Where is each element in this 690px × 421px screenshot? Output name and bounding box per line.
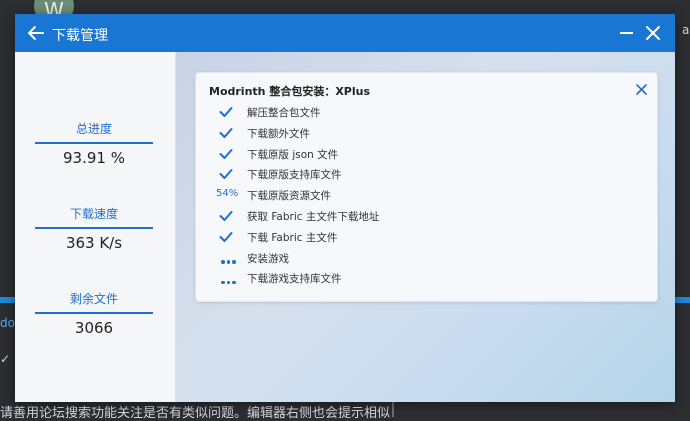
stat-label: 剩余文件 <box>35 290 153 314</box>
task-row: 安装游戏 <box>196 249 636 267</box>
stat-value: 3066 <box>74 319 114 337</box>
download-manager-dialog: 下载管理 总进度 93.91 % 下载速度 363 K/s 剩余文件 3066 … <box>15 14 675 402</box>
progress-percent: 54% <box>216 188 239 200</box>
stat-value: 363 K/s <box>65 234 123 252</box>
background-editor-text: 请善用论坛搜索功能关注是否有类似问题。编辑器右侧也会提示相似 <box>0 406 391 421</box>
check-icon <box>211 103 245 121</box>
task-row: 54% 下载原版资源文件 <box>196 186 636 204</box>
stat-value: 93.91 % <box>63 149 125 167</box>
tasks-area: Modrinth 整合包安装：XPlus 解压整合包文件 下载额外文件下载原版 j… <box>176 52 675 402</box>
minimize-icon[interactable] <box>620 32 633 34</box>
task-label: 下载游戏支持库文件 <box>247 273 342 286</box>
task-progress-text: 54% <box>211 186 245 204</box>
close-icon[interactable] <box>636 84 647 95</box>
task-label: 安装游戏 <box>247 252 289 265</box>
stats-panel: 总进度 93.91 % 下载速度 363 K/s 剩余文件 3066 <box>15 52 176 402</box>
task-label: 下载原版支持库文件 <box>247 169 342 182</box>
pending-dots-icon <box>211 269 245 287</box>
check-icon <box>211 228 245 246</box>
task-row: 下载原版支持库文件 <box>196 165 636 183</box>
dialog-titlebar: 下载管理 <box>15 14 675 52</box>
task-label: 获取 Fabric 主文件下载地址 <box>247 211 380 223</box>
task-row: 下载 Fabric 主文件 <box>196 228 636 246</box>
task-label: 下载原版资源文件 <box>247 190 331 203</box>
arrow-left-icon[interactable] <box>25 22 47 44</box>
stat-label: 下载速度 <box>35 205 153 229</box>
check-icon <box>211 165 245 183</box>
stat-remaining-files: 剩余文件 3066 <box>35 290 153 337</box>
task-row: 下载游戏支持库文件 <box>196 269 636 287</box>
stat-label: 总进度 <box>35 120 153 144</box>
task-label: 下载 Fabric 主文件 <box>247 231 338 244</box>
stat-total-progress: 总进度 93.91 % <box>35 120 153 167</box>
task-label: 下载原版 json 文件 <box>247 148 339 161</box>
modpack-install-card: Modrinth 整合包安装：XPlus 解压整合包文件 下载额外文件下载原版 j… <box>195 72 658 302</box>
task-label: 下载额外文件 <box>247 127 310 140</box>
check-icon <box>211 207 245 225</box>
task-row: 获取 Fabric 主文件下载地址 <box>196 207 636 225</box>
background-left-text: do <box>0 316 15 330</box>
check-icon <box>211 145 245 163</box>
task-row: 下载额外文件 <box>196 124 636 142</box>
card-title: Modrinth 整合包安装：XPlus <box>209 85 371 98</box>
background-right-text: a <box>682 23 690 37</box>
dialog-title: 下载管理 <box>52 28 108 44</box>
check-icon <box>211 124 245 142</box>
task-label: 解压整合包文件 <box>247 107 321 119</box>
stat-download-speed: 下载速度 363 K/s <box>35 205 153 252</box>
background-left-mark: ✓ <box>0 352 11 366</box>
task-row: 解压整合包文件 <box>196 103 636 121</box>
close-icon[interactable] <box>645 25 661 41</box>
task-row: 下载原版 json 文件 <box>196 145 636 163</box>
background-scrollbar <box>392 400 394 417</box>
pending-dots-icon <box>211 249 245 267</box>
